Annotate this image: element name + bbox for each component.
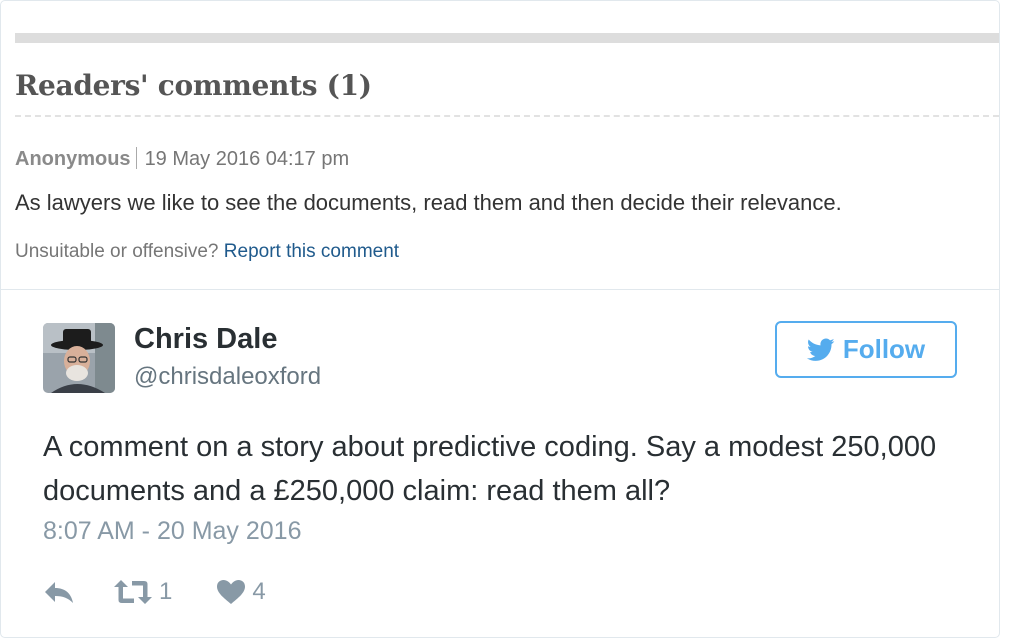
retweet-button[interactable]: 1 <box>113 578 172 606</box>
comment-timestamp: 19 May 2016 04:17 pm <box>144 148 350 170</box>
tweet-user-handle[interactable]: @chrisdaleoxford <box>134 363 321 391</box>
comment-author: Anonymous <box>15 148 131 170</box>
meta-separator <box>135 147 137 169</box>
comment-body: As lawyers we like to see the documents,… <box>15 190 842 215</box>
comments-card: Readers' comments (1) Anonymous 19 May 20… <box>0 0 1000 638</box>
report-prompt: Unsuitable or offensive? <box>15 241 219 262</box>
comment-meta: Anonymous 19 May 2016 04:17 pm <box>15 147 349 171</box>
heart-icon <box>217 580 246 604</box>
reply-icon <box>45 582 73 603</box>
report-line: Unsuitable or offensive? Report this com… <box>15 241 399 263</box>
avatar[interactable] <box>43 323 115 393</box>
retweet-icon <box>114 580 152 604</box>
reply-button[interactable] <box>43 579 75 605</box>
tweet-user-name[interactable]: Chris Dale <box>134 323 277 356</box>
avatar-image <box>43 323 115 393</box>
like-count: 4 <box>252 578 266 605</box>
like-button[interactable]: 4 <box>216 578 266 606</box>
tweet-actions: 1 4 <box>43 575 266 609</box>
report-comment-link[interactable]: Report this comment <box>224 241 399 262</box>
follow-label: Follow <box>842 334 926 364</box>
follow-button[interactable]: Follow <box>775 321 957 378</box>
comments-heading: Readers' comments (1) <box>15 69 372 102</box>
tweet-divider <box>1 289 999 290</box>
retweet-count: 1 <box>159 578 173 605</box>
tweet-timestamp[interactable]: 8:07 AM - 20 May 2016 <box>43 517 301 546</box>
twitter-bird-icon <box>806 337 835 361</box>
top-divider-bar <box>15 33 999 43</box>
dashed-divider <box>15 115 999 117</box>
tweet-text: A comment on a story about predictive co… <box>43 431 937 507</box>
